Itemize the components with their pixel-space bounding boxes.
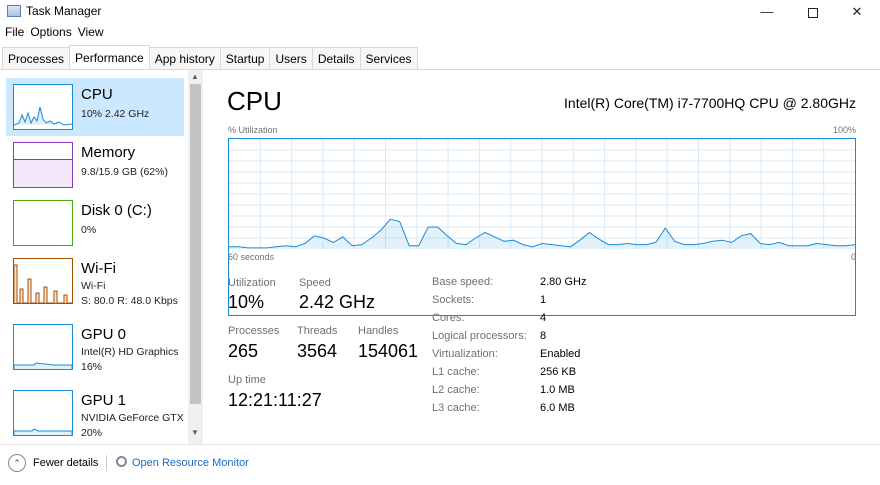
close-button[interactable]: ✕ <box>834 0 880 24</box>
menu-options[interactable]: Options <box>30 25 71 39</box>
threads-value: 3564 <box>297 341 338 361</box>
page-title: CPU <box>227 86 282 116</box>
sidebar-item-label: Memory <box>81 144 136 161</box>
gpu1-mini-graph-svg <box>13 428 73 435</box>
window-title: Task Manager <box>26 4 102 18</box>
utilization-value: 10% <box>228 292 265 312</box>
sidebar-item-detail-2: S: 80.0 R: 48.0 Kbps <box>81 295 178 307</box>
spec-value-l1-cache: 256 KB <box>540 366 577 378</box>
sidebar-item-cpu[interactable]: CPU 10% 2.42 GHz <box>6 78 184 136</box>
tab-details[interactable]: Details <box>311 47 361 69</box>
tab-app-history[interactable]: App history <box>148 47 221 69</box>
sidebar-item-detail: Intel(R) HD Graphics <box>81 346 179 358</box>
tab-users[interactable]: Users <box>269 47 313 69</box>
sidebar-item-disk[interactable]: Disk 0 (C:) 0% <box>6 194 184 252</box>
sidebar-item-label: CPU <box>81 86 113 103</box>
speed-label: Speed <box>299 277 331 289</box>
scroll-down-icon[interactable]: ▼ <box>191 428 199 437</box>
resource-list: CPU 10% 2.42 GHz Memory 9.8/15.9 GB (62%… <box>0 70 204 444</box>
sidebar-item-detail: 0% <box>81 224 97 236</box>
spec-label-sockets: Sockets: <box>432 294 475 306</box>
sidebar-item-label: GPU 0 <box>81 326 127 343</box>
disk-mini-graph <box>13 200 73 246</box>
threads-label: Threads <box>297 325 338 337</box>
open-resource-monitor-link[interactable]: Open Resource Monitor <box>132 457 249 469</box>
sidebar-item-label: Wi-Fi <box>81 260 116 277</box>
spec-label-l1-cache: L1 cache: <box>432 366 480 378</box>
wifi-mini-graph <box>13 258 73 304</box>
sidebar-item-detail-2: 16% <box>81 361 103 373</box>
footer-divider <box>106 455 107 471</box>
sidebar-item-detail: 10% 2.42 GHz <box>81 108 150 120</box>
processes-value: 265 <box>228 341 259 361</box>
minimize-button[interactable]: — <box>744 0 790 24</box>
processes-label: Processes <box>228 325 280 337</box>
tab-services[interactable]: Services <box>359 47 418 69</box>
gpu0-mini-graph <box>13 324 73 370</box>
sidebar-item-gpu0[interactable]: GPU 0 Intel(R) HD Graphics 16% <box>6 318 184 376</box>
spec-label-virtualization: Virtualization: <box>432 348 498 360</box>
spec-value-cores: 4 <box>540 312 547 324</box>
menu-file[interactable]: File <box>5 25 24 39</box>
zero-label: 0 <box>850 252 856 262</box>
uptime-value: 12:21:11:27 <box>228 390 322 410</box>
sidebar-scrollbar[interactable]: ▲ ▼ <box>188 70 203 444</box>
utilization-axis-label: % Utilization <box>228 125 278 135</box>
spec-label-logical-processors: Logical processors: <box>432 330 527 342</box>
sidebar-item-gpu1[interactable]: GPU 1 NVIDIA GeForce GTX 20% <box>6 384 184 442</box>
sidebar-item-detail: NVIDIA GeForce GTX <box>81 412 184 424</box>
utilization-label: Utilization <box>228 277 276 289</box>
spec-value-l3-cache: 6.0 MB <box>540 402 575 414</box>
max-percent-label: 100% <box>832 125 856 135</box>
scrollbar-thumb[interactable] <box>190 84 201 404</box>
spec-value-sockets: 1 <box>540 294 547 306</box>
menu-view[interactable]: View <box>78 25 104 39</box>
sidebar-item-label: GPU 1 <box>81 392 127 409</box>
sidebar-item-detail: Wi-Fi <box>81 280 106 292</box>
spec-label-l2-cache: L2 cache: <box>432 384 480 396</box>
cpu-mini-graph <box>13 84 73 130</box>
scroll-up-icon[interactable]: ▲ <box>191 72 199 81</box>
cpu-utilization-graph <box>228 138 856 316</box>
collapse-chevron-icon[interactable]: ⌃ <box>8 454 26 472</box>
spec-value-l2-cache: 1.0 MB <box>540 384 575 396</box>
sidebar-item-label: Disk 0 (C:) <box>81 202 152 219</box>
resource-monitor-icon <box>116 456 127 467</box>
speed-value: 2.42 GHz <box>299 292 376 312</box>
spec-value-virtualization: Enabled <box>540 348 581 360</box>
footer-bar: ⌃ Fewer details Open Resource Monitor <box>0 444 880 485</box>
sidebar-item-detail-2: 20% <box>81 427 103 439</box>
handles-label: Handles <box>358 325 399 337</box>
gpu1-mini-graph <box>13 390 73 436</box>
maximize-icon <box>808 7 818 18</box>
tab-performance[interactable]: Performance <box>69 45 150 69</box>
cpu-graph-svg <box>229 139 856 249</box>
cpu-model-name: Intel(R) Core(TM) i7-7700HQ CPU @ 2.80GH… <box>564 95 856 111</box>
memory-mini-graph <box>13 142 73 188</box>
spec-value-logical-processors: 8 <box>540 330 547 342</box>
spec-label-cores: Cores: <box>432 312 465 324</box>
uptime-label: Up time <box>228 374 266 386</box>
title-bar: Task Manager — ✕ <box>0 0 880 24</box>
spec-value-base-speed: 2.80 GHz <box>540 276 587 288</box>
wifi-mini-graph-svg <box>13 264 72 304</box>
maximize-button[interactable] <box>790 0 836 24</box>
tab-startup[interactable]: Startup <box>219 47 271 69</box>
cpu-mini-graph-svg <box>13 106 73 126</box>
task-manager-app-icon <box>7 5 21 17</box>
gpu0-mini-graph-svg <box>13 362 73 369</box>
sidebar-item-memory[interactable]: Memory 9.8/15.9 GB (62%) <box>6 136 184 194</box>
spec-label-l3-cache: L3 cache: <box>432 402 480 414</box>
time-span-label: 60 seconds <box>228 252 275 262</box>
spec-label-base-speed: Base speed: <box>432 276 494 288</box>
tab-processes[interactable]: Processes <box>2 47 71 69</box>
sidebar-item-wifi[interactable]: Wi-Fi Wi-Fi S: 80.0 R: 48.0 Kbps <box>6 252 184 310</box>
tab-strip: Processes Performance App history Startu… <box>2 45 418 69</box>
menu-bar: File Options View <box>0 25 105 43</box>
fewer-details-button[interactable]: Fewer details <box>33 457 98 469</box>
handles-value: 154061 <box>358 341 419 361</box>
sidebar-item-detail: 9.8/15.9 GB (62%) <box>81 166 168 178</box>
cpu-detail-panel: CPU Intel(R) Core(TM) i7-7700HQ CPU @ 2.… <box>212 70 880 444</box>
